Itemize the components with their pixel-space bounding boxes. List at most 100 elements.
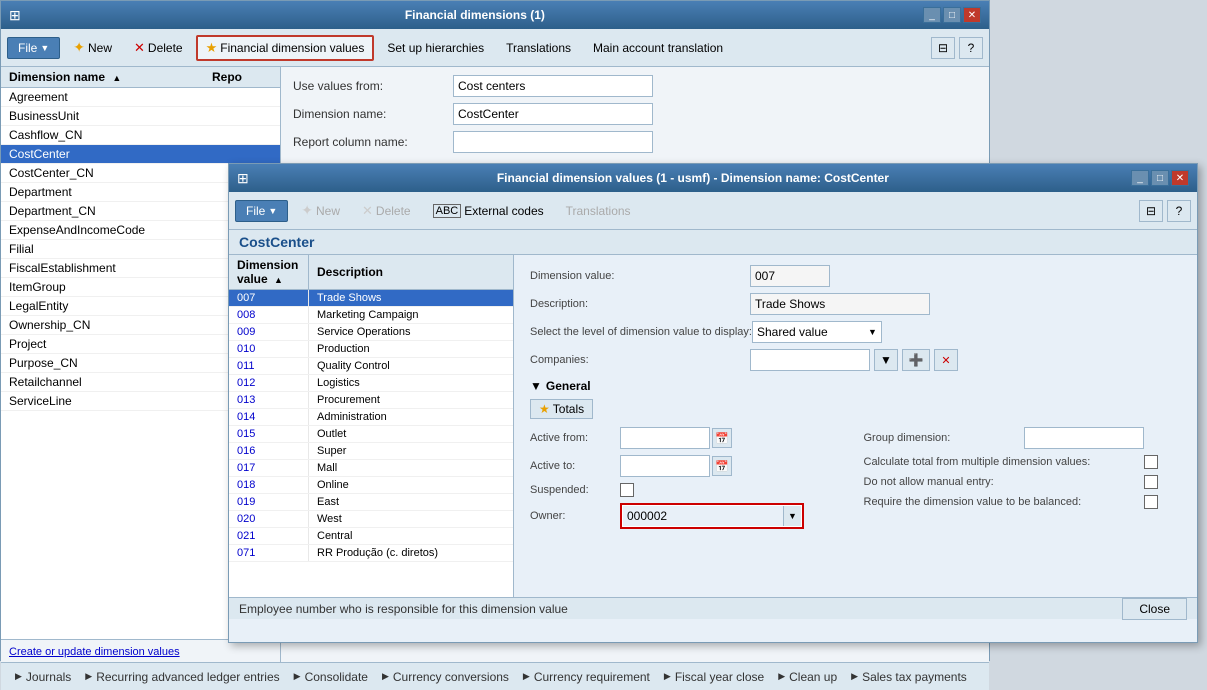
dv-code-cell: 015 bbox=[229, 426, 309, 442]
minimize-button[interactable]: _ bbox=[923, 7, 941, 23]
dv-desc-cell: Production bbox=[309, 341, 513, 357]
second-help-button[interactable]: ? bbox=[1167, 200, 1191, 222]
dv-col2-header: Description bbox=[309, 262, 513, 282]
second-maximize-button[interactable]: □ bbox=[1151, 170, 1169, 186]
do-not-allow-row: Do not allow manual entry: bbox=[864, 475, 1182, 489]
dv-list-row[interactable]: 010Production bbox=[229, 341, 513, 358]
translations-button[interactable]: Translations bbox=[497, 37, 580, 59]
suspended-checkbox[interactable] bbox=[620, 483, 634, 497]
maximize-button[interactable]: □ bbox=[943, 7, 961, 23]
second-delete-button[interactable]: ✕ Delete bbox=[353, 199, 420, 223]
dv-code-cell: 012 bbox=[229, 375, 309, 391]
status-bar: Employee number who is responsible for t… bbox=[229, 597, 1197, 619]
do-not-allow-checkbox[interactable] bbox=[1144, 475, 1158, 489]
second-minimize-button[interactable]: _ bbox=[1131, 170, 1149, 186]
companies-remove-btn[interactable]: ✕ bbox=[934, 349, 958, 371]
dv-value-input[interactable] bbox=[750, 265, 830, 287]
companies-input[interactable] bbox=[750, 349, 870, 371]
external-codes-button[interactable]: ABC External codes bbox=[424, 200, 553, 222]
dv-desc-cell: Service Operations bbox=[309, 324, 513, 340]
active-from-calendar[interactable]: 📅 bbox=[712, 428, 732, 448]
calc-total-checkbox[interactable] bbox=[1144, 455, 1158, 469]
group-dimension-row: Group dimension: bbox=[864, 427, 1182, 449]
main-acct-trans-label: Main account translation bbox=[593, 41, 723, 55]
financial-dim-values-button[interactable]: ★ Financial dimension values bbox=[196, 35, 375, 61]
dv-list-row[interactable]: 014Administration bbox=[229, 409, 513, 426]
main-close-button[interactable]: ✕ bbox=[963, 7, 981, 23]
second-new-button[interactable]: ✦ New bbox=[292, 198, 349, 223]
nav-label: Fiscal year close bbox=[675, 670, 764, 684]
nav-item[interactable]: ▶ Fiscal year close bbox=[658, 668, 770, 686]
report-column-input[interactable] bbox=[453, 131, 653, 153]
dv-code-cell: 009 bbox=[229, 324, 309, 340]
nav-item[interactable]: ▶ Recurring advanced ledger entries bbox=[79, 668, 285, 686]
delete-button[interactable]: ✕ Delete bbox=[125, 36, 192, 60]
owner-dropdown-btn[interactable]: ▼ bbox=[783, 506, 801, 526]
report-col-label: Report column name: bbox=[293, 135, 453, 149]
setup-hierarchies-button[interactable]: Set up hierarchies bbox=[378, 37, 493, 59]
dv-list-row[interactable]: 007Trade Shows bbox=[229, 290, 513, 307]
nav-arrow: ▶ bbox=[15, 671, 22, 682]
suspended-label: Suspended: bbox=[530, 484, 620, 496]
nav-item[interactable]: ▶ Currency requirement bbox=[517, 668, 656, 686]
report-column-row: Report column name: bbox=[293, 131, 977, 153]
active-from-input[interactable] bbox=[620, 427, 710, 449]
dv-list-row[interactable]: 011Quality Control bbox=[229, 358, 513, 375]
nav-arrow: ▶ bbox=[85, 671, 92, 682]
file-button[interactable]: File ▼ bbox=[7, 37, 60, 59]
use-values-from-input[interactable] bbox=[453, 75, 653, 97]
new-button[interactable]: ✦ New bbox=[64, 35, 121, 60]
dv-list-row[interactable]: 016Super bbox=[229, 443, 513, 460]
dv-list-row[interactable]: 012Logistics bbox=[229, 375, 513, 392]
list-item[interactable]: Cashflow_CN bbox=[1, 126, 280, 145]
second-translations-button[interactable]: Translations bbox=[557, 200, 640, 222]
bottom-nav: ▶ Journals▶ Recurring advanced ledger en… bbox=[1, 662, 989, 690]
second-toolbar: File ▼ ✦ New ✕ Delete ABC External codes… bbox=[229, 192, 1197, 230]
owner-input[interactable] bbox=[623, 506, 783, 526]
list-item[interactable]: BusinessUnit bbox=[1, 107, 280, 126]
nav-item[interactable]: ▶ Sales tax payments bbox=[845, 668, 973, 686]
dv-list-row[interactable]: 020West bbox=[229, 511, 513, 528]
nav-item[interactable]: ▶ Journals bbox=[9, 668, 77, 686]
second-file-label: File bbox=[246, 204, 265, 218]
list-item[interactable]: Agreement bbox=[1, 88, 280, 107]
require-balanced-checkbox[interactable] bbox=[1144, 495, 1158, 509]
nav-item[interactable]: ▶ Currency conversions bbox=[376, 668, 515, 686]
dv-list-row[interactable]: 071RR Produção (c. diretos) bbox=[229, 545, 513, 562]
dimension-name-input[interactable] bbox=[453, 103, 653, 125]
dv-list-row[interactable]: 013Procurement bbox=[229, 392, 513, 409]
dv-desc-cell: Trade Shows bbox=[309, 290, 513, 306]
main-title-bar: ⊞ Financial dimensions (1) _ □ ✕ bbox=[1, 1, 989, 29]
group-dimension-input[interactable] bbox=[1024, 427, 1144, 449]
main-account-trans-button[interactable]: Main account translation bbox=[584, 37, 732, 59]
dv-list-row[interactable]: 015Outlet bbox=[229, 426, 513, 443]
dv-list-row[interactable]: 008Marketing Campaign bbox=[229, 307, 513, 324]
status-text: Employee number who is responsible for t… bbox=[239, 602, 568, 616]
dv-list-row[interactable]: 019East bbox=[229, 494, 513, 511]
shared-value-dropdown[interactable]: Shared value ▼ bbox=[752, 321, 882, 343]
general-label: General bbox=[546, 379, 591, 393]
section-collapse-arrow[interactable]: ▼ bbox=[530, 379, 542, 393]
layout-button[interactable]: ⊟ bbox=[931, 37, 955, 59]
companies-dropdown-btn[interactable]: ▼ bbox=[874, 349, 898, 371]
dv-list-row[interactable]: 018Online bbox=[229, 477, 513, 494]
second-close-button[interactable]: ✕ bbox=[1171, 170, 1189, 186]
list-item[interactable]: CostCenter bbox=[1, 145, 280, 164]
dv-list-row[interactable]: 021Central bbox=[229, 528, 513, 545]
close-button[interactable]: Close bbox=[1122, 598, 1187, 620]
active-to-calendar[interactable]: 📅 bbox=[712, 456, 732, 476]
dv-description-input[interactable] bbox=[750, 293, 930, 315]
companies-add-btn[interactable]: ➕ bbox=[902, 349, 930, 371]
second-layout-button[interactable]: ⊟ bbox=[1139, 200, 1163, 222]
active-to-input[interactable] bbox=[620, 455, 710, 477]
nav-item[interactable]: ▶ Consolidate bbox=[288, 668, 374, 686]
second-window-icon: ⊞ bbox=[237, 170, 249, 187]
owner-row: Owner: ▼ bbox=[530, 503, 848, 529]
nav-item[interactable]: ▶ Clean up bbox=[772, 668, 843, 686]
dv-list-row[interactable]: 009Service Operations bbox=[229, 324, 513, 341]
dv-desc-cell: Marketing Campaign bbox=[309, 307, 513, 323]
dv-list-row[interactable]: 017Mall bbox=[229, 460, 513, 477]
totals-button[interactable]: ★ Totals bbox=[530, 399, 593, 419]
second-file-button[interactable]: File ▼ bbox=[235, 200, 288, 222]
help-button[interactable]: ? bbox=[959, 37, 983, 59]
